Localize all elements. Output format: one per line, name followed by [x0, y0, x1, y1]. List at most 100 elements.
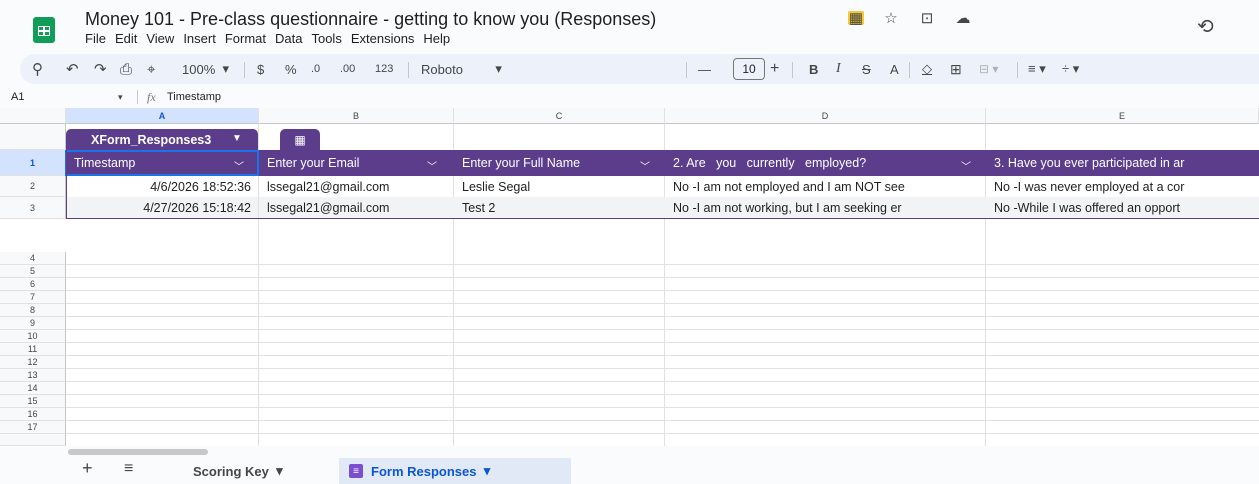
row-header-13[interactable]: 13 [0, 369, 66, 382]
row-header-8[interactable]: 8 [0, 304, 66, 317]
row-header-12[interactable]: 12 [0, 356, 66, 369]
row-header-2[interactable]: 2 [0, 176, 66, 197]
menu-help[interactable]: Help [423, 31, 450, 46]
name-box-dropdown-icon[interactable]: ▾ [118, 92, 123, 103]
toolbar-divider [909, 62, 910, 78]
sheet-tab-form-responses[interactable]: ≡ Form Responses ▾ [339, 458, 571, 484]
cloud-status-icon[interactable]: ☁ [954, 10, 972, 27]
add-sheet-icon[interactable]: + [82, 458, 93, 479]
borders-icon[interactable]: ⊞ [950, 54, 962, 84]
row-header-4[interactable]: 4 [0, 252, 66, 265]
column-header-e[interactable]: E [986, 108, 1259, 124]
menu-extensions[interactable]: Extensions [351, 31, 415, 46]
number-format-button[interactable]: 123 [375, 54, 393, 84]
search-menus-icon[interactable]: ⚲ [32, 54, 43, 84]
gridline [66, 329, 1259, 330]
vertical-align-icon[interactable]: ÷ ▾ [1062, 54, 1079, 84]
gridline [66, 394, 1259, 395]
currency-button[interactable]: $ [257, 54, 264, 84]
bold-button[interactable]: B [809, 54, 818, 84]
sheets-logo-icon[interactable] [33, 17, 55, 43]
zoom-select[interactable]: 100% ▾ [182, 54, 229, 84]
column-header-a[interactable]: A [66, 108, 259, 124]
strikethrough-icon[interactable]: S [862, 54, 871, 84]
redo-icon[interactable]: ↷ [94, 54, 107, 84]
form-icon: ≡ [349, 464, 363, 478]
fill-color-icon[interactable]: ◇ [922, 54, 932, 84]
gridline [66, 303, 1259, 304]
menu-format[interactable]: Format [225, 31, 266, 46]
toolbar-divider [244, 62, 245, 78]
row-header-6[interactable]: 6 [0, 278, 66, 291]
font-select[interactable]: Roboto ▾ [421, 54, 502, 84]
gridline [66, 368, 1259, 369]
row-header-15[interactable]: 15 [0, 395, 66, 408]
title-icons: ▦ ☆ ⊡ ☁ [848, 10, 972, 27]
gridline [66, 264, 1259, 265]
undo-icon[interactable]: ↶ [66, 54, 79, 84]
name-box[interactable]: A1 [11, 91, 24, 103]
row-header-11[interactable]: 11 [0, 343, 66, 356]
merge-cells-icon[interactable]: ⊟ ▾ [979, 54, 998, 84]
row-header-16[interactable]: 16 [0, 408, 66, 421]
document-title[interactable]: Money 101 - Pre-class questionnaire - ge… [85, 9, 656, 30]
italic-button[interactable]: I [836, 54, 841, 84]
gridline [66, 420, 1259, 421]
fx-icon: fx [147, 90, 156, 104]
sheet-tab-label: Scoring Key [193, 463, 269, 479]
column-header-b[interactable]: B [259, 108, 454, 124]
increase-decimal-button[interactable]: .00 [340, 54, 355, 84]
print-icon[interactable]: ⎙ [120, 54, 132, 84]
table-name-tab[interactable]: XForm_Responses3 ▼ [66, 129, 258, 150]
text-color-button[interactable]: A [890, 54, 899, 84]
row-header-table [0, 124, 66, 150]
paint-format-icon[interactable]: ⌖ [147, 54, 155, 84]
row-header-9[interactable]: 9 [0, 317, 66, 330]
row-header-7[interactable]: 7 [0, 291, 66, 304]
table-view-icon[interactable]: ▦ [280, 129, 320, 150]
sheet-tab-scoring-key[interactable]: Scoring Key ▾ [183, 458, 293, 484]
row-header-18[interactable] [0, 434, 66, 446]
move-folder-icon[interactable]: ⊡ [918, 10, 936, 27]
row-header-10[interactable]: 10 [0, 330, 66, 343]
table-name: XForm_Responses3 [91, 132, 212, 147]
toolbar-divider [408, 62, 409, 78]
select-all-corner[interactable] [0, 108, 66, 124]
toolbar-divider [792, 62, 793, 78]
row-header-17[interactable]: 17 [0, 421, 66, 434]
toolbar-divider [686, 62, 687, 78]
menu-file[interactable]: File [85, 31, 106, 46]
menu-insert[interactable]: Insert [183, 31, 216, 46]
row-header-5[interactable]: 5 [0, 265, 66, 278]
menu-edit[interactable]: Edit [115, 31, 137, 46]
gridline [66, 277, 1259, 278]
percent-button[interactable]: % [285, 54, 297, 84]
sheet-tab-label: Form Responses [371, 463, 477, 479]
star-icon[interactable]: ☆ [882, 10, 900, 27]
version-history-icon[interactable]: ⟲ [1197, 14, 1214, 39]
all-sheets-icon[interactable]: ≡ [124, 460, 133, 478]
horizontal-align-icon[interactable]: ≡ ▾ [1028, 54, 1046, 84]
increase-font-size-button[interactable]: + [770, 54, 779, 84]
decrease-font-size-button[interactable]: — [698, 54, 711, 84]
column-header-d[interactable]: D [665, 108, 986, 124]
hidden-sheets-icon[interactable]: ▦ [848, 10, 864, 27]
chevron-down-icon[interactable]: ▾ [276, 463, 283, 479]
toolbar: ⚲ ↶ ↷ ⎙ ⌖ 100% ▾ $ % .0 .00 123 Roboto ▾… [20, 54, 1259, 84]
menu-tools[interactable]: Tools [311, 31, 341, 46]
gridline [66, 316, 1259, 317]
font-size-input[interactable]: 10 [733, 58, 765, 80]
row-header-3[interactable]: 3 [0, 197, 66, 219]
chevron-down-icon[interactable]: ▾ [484, 463, 491, 479]
decrease-decimal-button[interactable]: .0 [311, 54, 320, 84]
toolbar-divider [1017, 62, 1018, 78]
menu-view[interactable]: View [146, 31, 174, 46]
row-header-14[interactable]: 14 [0, 382, 66, 395]
row-header-1[interactable]: 1 [0, 150, 66, 176]
chevron-down-icon[interactable]: ▼ [232, 133, 242, 144]
column-header-c[interactable]: C [454, 108, 665, 124]
gridline [66, 433, 1259, 434]
formula-input[interactable]: Timestamp [167, 91, 221, 103]
menu-data[interactable]: Data [275, 31, 302, 46]
horizontal-scrollbar[interactable] [68, 449, 208, 455]
